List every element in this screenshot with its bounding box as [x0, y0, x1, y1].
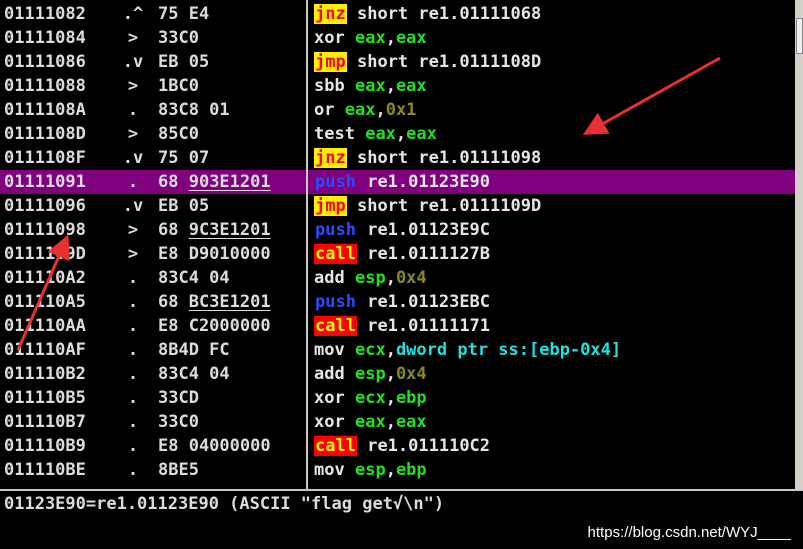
annotation-arrows — [16, 56, 721, 351]
arrow-to-target-address — [16, 234, 70, 351]
arrow-to-test-line — [582, 56, 721, 135]
disassembler-window: 01111082 .^ 75 E4 jnz short re1.01111068 011… — [0, 0, 803, 549]
